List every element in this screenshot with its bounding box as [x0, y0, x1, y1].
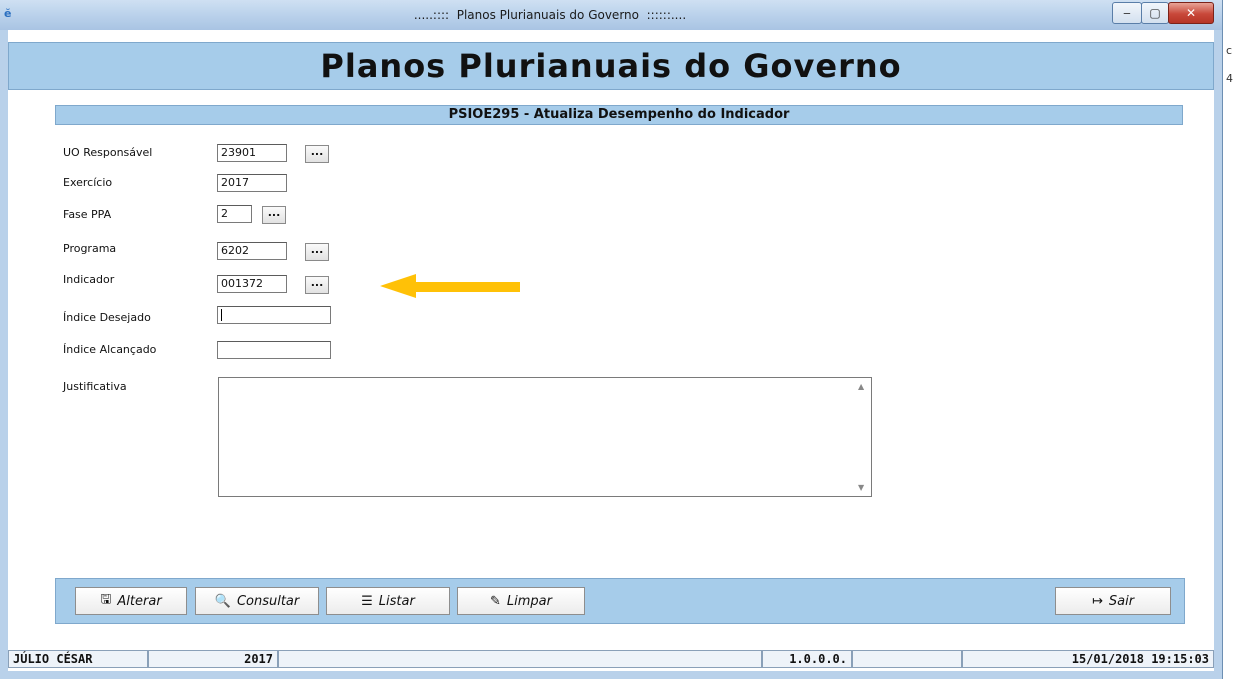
exercicio-label: Exercício	[63, 176, 113, 189]
form-title: PSIOE295 - Atualiza Desempenho do Indica…	[55, 105, 1183, 125]
consultar-button[interactable]: 🔍 Consultar	[195, 587, 319, 615]
list-icon: ☰	[361, 593, 373, 609]
status-datetime: 15/01/2018 19:15:03	[962, 650, 1214, 668]
window-title: .....:::: Planos Plurianuais do Governo …	[413, 8, 687, 22]
listar-button[interactable]: ☰ Listar	[326, 587, 450, 615]
programa-field[interactable]: 6202	[217, 242, 287, 260]
uo-field[interactable]: 23901	[217, 144, 287, 162]
client-area: Planos Plurianuais do Governo PSIOE295 -…	[8, 30, 1214, 671]
sair-button[interactable]: ↦ Sair	[1055, 587, 1171, 615]
desktop-background: c 4	[1222, 0, 1236, 679]
justificativa-textarea[interactable]: ▲ ▼	[218, 377, 872, 497]
listar-label: Listar	[378, 593, 415, 609]
background-text-1: c	[1226, 44, 1233, 57]
action-toolbar: 🖫 Alterar 🔍 Consultar ☰ Listar ✎ Limpar ↦ Sai…	[55, 578, 1185, 624]
status-empty-1	[278, 650, 762, 668]
maximize-icon: ▢	[1149, 6, 1161, 20]
annotation-arrow-icon	[380, 274, 520, 298]
search-doc-icon: 🔍	[214, 593, 231, 609]
fase-ppa-label: Fase PPA	[63, 208, 112, 221]
sair-label: Sair	[1108, 593, 1135, 609]
exit-door-icon: ↦	[1091, 593, 1103, 609]
status-year: 2017	[148, 650, 278, 668]
limpar-label: Limpar	[506, 593, 552, 609]
window-controls: ‒ ▢ ✕	[1112, 2, 1214, 24]
save-icon: 🖫	[100, 592, 112, 607]
indice-alcancado-label: Índice Alcançado	[63, 343, 157, 356]
programa-label: Programa	[63, 242, 117, 255]
minimize-icon: ‒	[1123, 6, 1131, 20]
uo-lookup-button[interactable]: ...	[305, 145, 329, 163]
page-title: Planos Plurianuais do Governo	[320, 47, 902, 85]
close-icon: ✕	[1185, 6, 1197, 20]
minimize-button[interactable]: ‒	[1112, 2, 1142, 24]
scroll-down-icon[interactable]: ▼	[858, 483, 864, 492]
exercicio-field[interactable]: 2017	[217, 174, 287, 192]
alterar-button[interactable]: 🖫 Alterar	[75, 587, 187, 615]
status-bar: JÚLIO CÉSAR 2017 1.0.0.0. 15/01/2018 19:…	[8, 650, 1214, 668]
uo-label: UO Responsável	[63, 146, 153, 159]
alterar-label: Alterar	[117, 593, 162, 609]
app-header: Planos Plurianuais do Governo	[8, 42, 1214, 90]
limpar-button[interactable]: ✎ Limpar	[457, 587, 585, 615]
status-empty-2	[852, 650, 962, 668]
eraser-icon: ✎	[490, 593, 501, 609]
close-button[interactable]: ✕	[1168, 2, 1214, 24]
background-text-2: 4	[1226, 72, 1233, 85]
status-version: 1.0.0.0.	[762, 650, 852, 668]
app-window: ĕ .....:::: Planos Plurianuais do Govern…	[0, 0, 1223, 679]
justificativa-scrollbar[interactable]: ▲ ▼	[854, 378, 871, 496]
fase-ppa-field[interactable]: 2	[217, 205, 252, 223]
indicador-lookup-button[interactable]: ...	[305, 276, 329, 294]
status-user: JÚLIO CÉSAR	[8, 650, 148, 668]
indicador-field[interactable]: 001372	[217, 275, 287, 293]
scroll-up-icon[interactable]: ▲	[858, 382, 864, 391]
indice-alcancado-field[interactable]	[217, 341, 331, 359]
title-bar[interactable]: ĕ .....:::: Planos Plurianuais do Govern…	[0, 0, 1222, 30]
justificativa-label: Justificativa	[63, 380, 127, 393]
consultar-label: Consultar	[236, 593, 300, 609]
indice-desejado-field[interactable]	[217, 306, 331, 324]
indicador-label: Indicador	[63, 273, 115, 286]
programa-lookup-button[interactable]: ...	[305, 243, 329, 261]
maximize-button[interactable]: ▢	[1141, 2, 1169, 24]
fase-ppa-lookup-button[interactable]: ...	[262, 206, 286, 224]
indice-desejado-label: Índice Desejado	[63, 311, 151, 324]
